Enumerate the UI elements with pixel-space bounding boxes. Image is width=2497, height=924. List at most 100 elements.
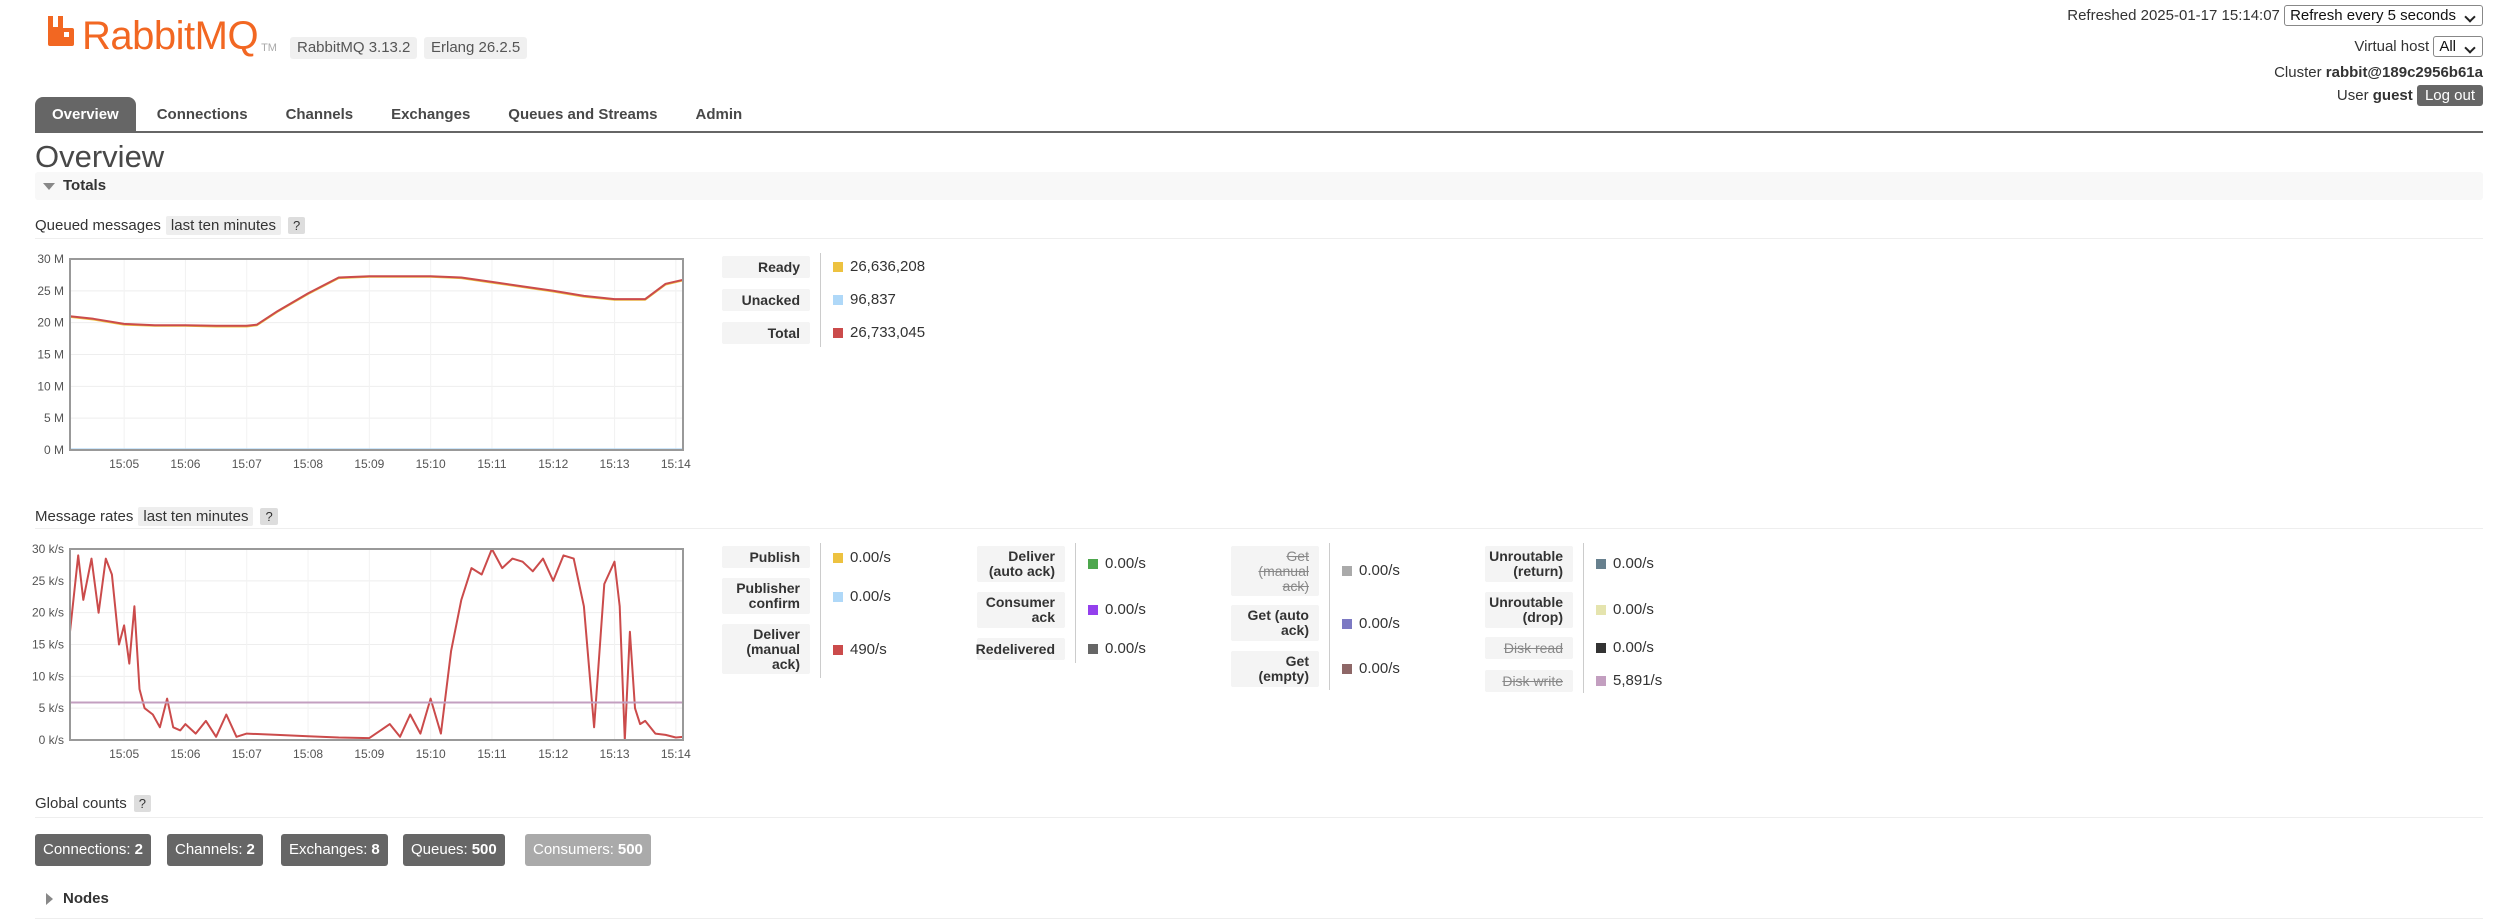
- disk-write-swatch: [1596, 675, 1606, 686]
- rabbit-logo-icon: [48, 16, 74, 46]
- vhost-label: Virtual host: [2354, 38, 2430, 55]
- legend-consumer-ack-value: 0.00/s: [1088, 601, 1146, 618]
- user-name: guest: [2372, 87, 2413, 104]
- rates-chart-x-tick-label: 15:10: [416, 747, 446, 761]
- total-swatch: [833, 327, 843, 338]
- legend-separator: [820, 253, 821, 347]
- legend-get-auto-ack-value: 0.00/s: [1342, 615, 1400, 632]
- tab-channels[interactable]: Channels: [269, 97, 371, 132]
- queues-count-button[interactable]: Queues: 500: [403, 834, 505, 866]
- legend-total-value: 26,733,045: [833, 324, 925, 341]
- rabbitmq-version-badge: RabbitMQ 3.13.2: [290, 37, 418, 59]
- consumer-ack-swatch: [1088, 604, 1098, 615]
- user-label: User: [2336, 87, 2369, 104]
- get-manual-ack-swatch: [1342, 565, 1352, 576]
- unroutable-drop-swatch: [1596, 604, 1606, 615]
- tab-admin[interactable]: Admin: [679, 97, 760, 132]
- get-auto-ack-swatch: [1342, 618, 1352, 629]
- message-rates-header: Message rates last ten minutes ?: [35, 507, 278, 526]
- queued-chart-y-tick-label: 0 M: [44, 443, 64, 457]
- legend-disk-read-value: 0.00/s: [1596, 639, 1654, 656]
- erlang-version-badge: Erlang 26.2.5: [424, 37, 528, 59]
- rates-chart-x-tick-label: 15:08: [293, 747, 323, 761]
- legend-consumer-ack-label: Consumer ack: [977, 592, 1065, 628]
- queued-range-selector[interactable]: last ten minutes: [165, 216, 281, 235]
- queued-chart-series-total: [69, 275, 684, 327]
- deliver-auto-ack-swatch: [1088, 558, 1098, 569]
- tab-connections[interactable]: Connections: [140, 97, 265, 132]
- queued-chart-x-tick-label: 15:05: [109, 457, 139, 471]
- legend-publish-value: 0.00/s: [833, 549, 891, 566]
- refresh-interval-select[interactable]: Refresh every 5 seconds: [2284, 5, 2483, 26]
- vhost-select[interactable]: All: [2433, 36, 2483, 57]
- rates-range-selector[interactable]: last ten minutes: [138, 507, 254, 526]
- rates-chart-y-tick-label: 20 k/s: [32, 606, 64, 620]
- queued-chart-y-tick-label: 15 M: [37, 348, 64, 362]
- legend-disk-read-label: Disk read: [1485, 637, 1573, 659]
- nodes-title: Nodes: [63, 890, 109, 907]
- rates-chart-x-tick-label: 15:07: [232, 747, 262, 761]
- rates-chart-x-tick-label: 15:11: [477, 747, 506, 761]
- vhost-row: Virtual host All: [2354, 36, 2483, 57]
- consumers-count-button[interactable]: Consumers: 500: [525, 834, 651, 866]
- queued-chart-y-tick-label: 20 M: [37, 316, 64, 330]
- rates-chart-y-tick-label: 30 k/s: [32, 542, 64, 556]
- legend-redelivered-value: 0.00/s: [1088, 640, 1146, 657]
- legend-unacked-label: Unacked: [722, 289, 810, 311]
- queued-chart-x-tick-label: 15:14: [661, 457, 691, 471]
- rates-chart-x-tick-label: 15:05: [109, 747, 139, 761]
- channels-count-button[interactable]: Channels: 2: [167, 834, 263, 866]
- rates-chart-y-tick-label: 5 k/s: [39, 701, 64, 715]
- queued-chart-x-tick-label: 15:07: [232, 457, 262, 471]
- queued-chart-y-tick-label: 25 M: [37, 284, 64, 298]
- deliver-manual-ack-swatch: [833, 644, 843, 655]
- legend-publish-label: Publish: [722, 546, 810, 568]
- page-title: Overview: [35, 139, 165, 174]
- rates-help-button[interactable]: ?: [260, 508, 278, 525]
- disk-read-swatch: [1596, 642, 1606, 653]
- global-counts-help-button[interactable]: ?: [133, 795, 151, 812]
- legend-publisher-confirm-value: 0.00/s: [833, 588, 891, 605]
- exchanges-count-button[interactable]: Exchanges: 8: [281, 834, 388, 866]
- divider: [35, 817, 2483, 818]
- legend-get-empty-label: Get (empty): [1231, 651, 1319, 687]
- unroutable-return-swatch: [1596, 558, 1606, 569]
- logout-button[interactable]: Log out: [2416, 85, 2483, 106]
- nav-underline: [35, 131, 2483, 133]
- collapse-arrow-icon: [43, 183, 55, 190]
- queued-chart-x-tick-label: 15:11: [477, 457, 506, 471]
- rates-chart-x-tick-label: 15:06: [170, 747, 200, 761]
- legend-disk-write-label: Disk write: [1485, 670, 1573, 692]
- global-counts-header: Global counts ?: [35, 795, 151, 812]
- nodes-section-toggle[interactable]: Nodes: [35, 885, 2483, 913]
- legend-separator: [1329, 543, 1330, 690]
- connections-count-button[interactable]: Connections: 2: [35, 834, 151, 866]
- legend-unroutable-drop-label: Unroutable (drop): [1485, 592, 1573, 628]
- legend-unroutable-return-value: 0.00/s: [1596, 555, 1654, 572]
- legend-publisher-confirm-label: Publisher confirm: [722, 578, 810, 614]
- tab-exchanges[interactable]: Exchanges: [374, 97, 487, 132]
- rabbitmq-logo[interactable]: RabbitMQ TM: [46, 16, 277, 56]
- message-rates-chart: 0 k/s 5 k/s 10 k/s 15 k/s 20 k/s 25 k/s 30 k/s…: [32, 542, 691, 761]
- main-nav: Overview Connections Channels Exchanges …: [35, 97, 763, 132]
- queued-help-button[interactable]: ?: [287, 217, 306, 234]
- legend-ready-value: 26,636,208: [833, 258, 925, 275]
- queued-chart-x-tick-label: 15:10: [416, 457, 446, 471]
- legend-deliver-auto-ack-value: 0.00/s: [1088, 555, 1146, 572]
- refresh-row: Refreshed 2025-01-17 15:14:07 Refresh ev…: [2067, 5, 2483, 26]
- rates-chart-y-tick-label: 25 k/s: [32, 574, 64, 588]
- queued-messages-chart: 0 M 5 M 10 M 15 M 20 M 25 M 30 M 15:05 15:06 15:0…: [37, 252, 691, 471]
- tab-overview[interactable]: Overview: [35, 97, 136, 132]
- totals-section-toggle[interactable]: Totals: [35, 172, 2483, 200]
- redelivered-swatch: [1088, 643, 1098, 654]
- queued-chart-series-ready: [69, 275, 684, 328]
- rates-chart-x-tick-label: 15:14: [661, 747, 691, 761]
- legend-unroutable-drop-value: 0.00/s: [1596, 601, 1654, 618]
- rates-chart-y-tick-label: 15 k/s: [32, 638, 64, 652]
- queued-chart-y-tick-label: 30 M: [37, 252, 64, 266]
- rates-chart-y-tick-label: 0 k/s: [39, 733, 64, 747]
- message-rates-title: Message rates: [35, 508, 134, 525]
- legend-get-manual-ack-label: Get (manual ack): [1231, 546, 1319, 596]
- refreshed-timestamp: Refreshed 2025-01-17 15:14:07: [2067, 7, 2280, 24]
- tab-queues-and-streams[interactable]: Queues and Streams: [491, 97, 674, 132]
